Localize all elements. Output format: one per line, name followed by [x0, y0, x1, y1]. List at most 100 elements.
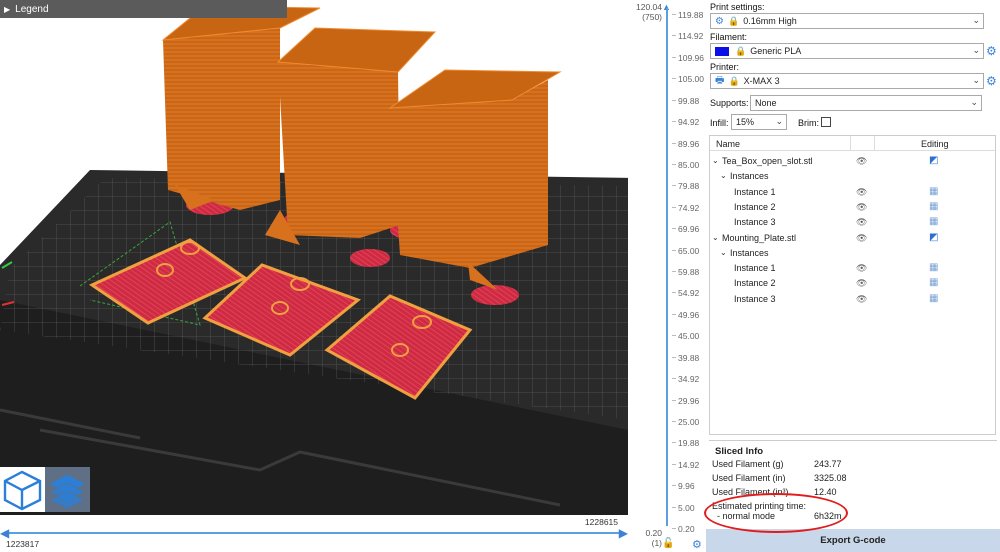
layer-tick	[672, 99, 676, 101]
gear-icon[interactable]: ⚙	[692, 538, 702, 551]
layer-tick	[672, 121, 676, 123]
3d-view-button[interactable]	[0, 467, 45, 512]
used-filament-g-value: 243.77	[814, 459, 842, 469]
top-layer: (750)	[642, 12, 662, 22]
eye-icon[interactable]: 👁	[856, 278, 867, 289]
brim-checkbox[interactable]	[821, 117, 831, 127]
eye-icon[interactable]: 👁	[856, 294, 867, 305]
preview-layers-button[interactable]	[45, 467, 90, 512]
object-list-row[interactable]: Instance 3 👁 ▦	[710, 292, 995, 307]
instance-edit-icon[interactable]: ▦	[929, 201, 939, 212]
layer-tick-label: 114.92	[678, 31, 704, 42]
layer-tick-label: 99.88	[678, 95, 700, 106]
eye-icon[interactable]: 👁	[856, 202, 867, 213]
object-list-row[interactable]: ⌄ Mounting_Plate.stl 👁 ◩	[710, 231, 995, 246]
lock-icon[interactable]: 🔓	[662, 538, 674, 549]
eye-icon[interactable]: 👁	[856, 217, 867, 228]
layer-tick-label: 54.92	[678, 288, 700, 299]
cube-icon	[3, 470, 42, 511]
object-edit-icon[interactable]: ◩	[929, 155, 938, 166]
object-name: Instances	[730, 247, 769, 258]
object-name: Instance 3	[734, 217, 776, 228]
layer-tick	[672, 485, 676, 487]
layer-tick-label: 34.92	[678, 374, 700, 385]
col-editing[interactable]: Editing	[921, 139, 949, 149]
eye-icon[interactable]: 👁	[856, 263, 867, 274]
layer-tick	[672, 228, 676, 230]
object-edit-icon[interactable]: ◩	[929, 232, 938, 243]
layer-tick-label: 79.88	[678, 181, 700, 192]
eye-icon[interactable]: 👁	[856, 156, 867, 167]
filament-label: Filament:	[710, 32, 748, 42]
filament-settings-gear-icon[interactable]: ⚙	[986, 44, 997, 58]
layer-slider[interactable]: 120.04 (750) ▲ 119.88 114.92 109.96 105.00 9…	[628, 0, 706, 552]
print-scene[interactable]	[0, 0, 628, 552]
instance-edit-icon[interactable]: ▦	[929, 277, 939, 288]
left-arrow-icon[interactable]: ◀	[0, 526, 9, 540]
printer-combo[interactable]: 🖶 🔒 X-MAX 3 ⌄	[710, 73, 984, 89]
object-list-row[interactable]: ⌄ Instances	[710, 169, 995, 184]
printer-label: Printer:	[710, 62, 740, 72]
print-settings-combo[interactable]: ⚙ 🔒 0.16mm High ⌄	[710, 13, 984, 29]
supports-label: Supports:	[710, 98, 749, 108]
layer-tick	[672, 528, 676, 529]
right-arrow-icon[interactable]: ▶	[619, 526, 628, 540]
infill-combo[interactable]: 15% ⌄	[731, 114, 787, 130]
chevron-down-icon: ⌄	[775, 116, 783, 126]
lock-icon: 🔒	[727, 15, 740, 26]
layer-tick	[672, 399, 676, 401]
object-name: Instance 1	[734, 186, 776, 197]
estimated-time-label: Estimated printing time:	[712, 501, 807, 511]
object-list-row[interactable]: Instance 1 👁 ▦	[710, 261, 995, 276]
filament-color-swatch[interactable]	[715, 46, 729, 56]
chevron-down-icon: ⌄	[972, 45, 980, 55]
instance-edit-icon[interactable]: ▦	[929, 293, 939, 304]
layer-slider-track[interactable]	[666, 8, 668, 526]
object-list-row[interactable]: ⌄ Tea_Box_open_slot.stl 👁 ◩	[710, 154, 995, 169]
normal-mode-value: 6h32m	[814, 511, 842, 521]
object-list[interactable]: Name Editing ⌄ Tea_Box_open_slot.stl 👁 ◩ ⌄ In…	[709, 135, 996, 435]
col-name[interactable]: Name	[716, 139, 740, 149]
layer-tick	[672, 142, 676, 144]
gear-icon: ⚙	[715, 15, 724, 27]
eye-icon[interactable]: 👁	[856, 233, 867, 244]
chevron-down-icon[interactable]: ⌄	[720, 248, 727, 257]
object-list-row[interactable]: Instance 2 👁 ▦	[710, 200, 995, 215]
instance-edit-icon[interactable]: ▦	[929, 216, 939, 227]
printer-icon: 🖶	[715, 74, 725, 86]
printer-settings-gear-icon[interactable]: ⚙	[986, 74, 997, 88]
filament-combo[interactable]: 🔒 Generic PLA ⌄	[710, 43, 984, 59]
layer-tick-label: 59.88	[678, 267, 700, 277]
used-filament-in3-value: 12.40	[814, 487, 837, 497]
h-slider-track[interactable]	[6, 532, 622, 534]
3d-viewport[interactable]: ▶ Legend 1228615 ◀ ▶ 1223817	[0, 0, 628, 552]
chevron-down-icon[interactable]: ⌄	[712, 156, 719, 165]
export-gcode-button[interactable]: Export G-code	[706, 529, 1000, 552]
top-height: 120.04	[636, 2, 662, 12]
layer-tick	[672, 249, 676, 251]
legend-toggle[interactable]: ▶ Legend	[0, 0, 287, 18]
object-list-row[interactable]: ⌄ Instances	[710, 246, 995, 261]
eye-icon[interactable]: 👁	[856, 187, 867, 198]
layer-tick-label: 119.88	[678, 10, 704, 20]
object-name: Tea_Box_open_slot.stl	[722, 156, 813, 166]
instance-edit-icon[interactable]: ▦	[929, 186, 939, 197]
layer-tick	[672, 335, 676, 337]
settings-panel: Print settings: ⚙ 🔒 0.16mm High ⌄ Filame…	[706, 0, 1000, 552]
lock-icon: 🔒	[735, 45, 747, 56]
layer-tick	[672, 78, 676, 80]
horizontal-move-slider[interactable]: 1228615 ◀ ▶ 1223817	[0, 515, 628, 552]
supports-combo[interactable]: None ⌄	[750, 95, 982, 111]
object-list-row[interactable]: Instance 1 👁 ▦	[710, 185, 995, 200]
layer-tick-label: 0.20	[678, 524, 695, 534]
normal-mode-label: - normal mode	[717, 511, 776, 521]
instance-edit-icon[interactable]: ▦	[929, 262, 939, 273]
legend-label: Legend	[15, 3, 49, 15]
layer-tick-label: 29.96	[678, 395, 700, 406]
chevron-down-icon[interactable]: ⌄	[712, 233, 719, 242]
chevron-down-icon[interactable]: ⌄	[720, 171, 727, 180]
layer-tick	[672, 292, 676, 294]
object-list-row[interactable]: Instance 3 👁 ▦	[710, 215, 995, 230]
sliced-info-title: Sliced Info	[715, 446, 764, 457]
object-list-row[interactable]: Instance 2 👁 ▦	[710, 276, 995, 291]
